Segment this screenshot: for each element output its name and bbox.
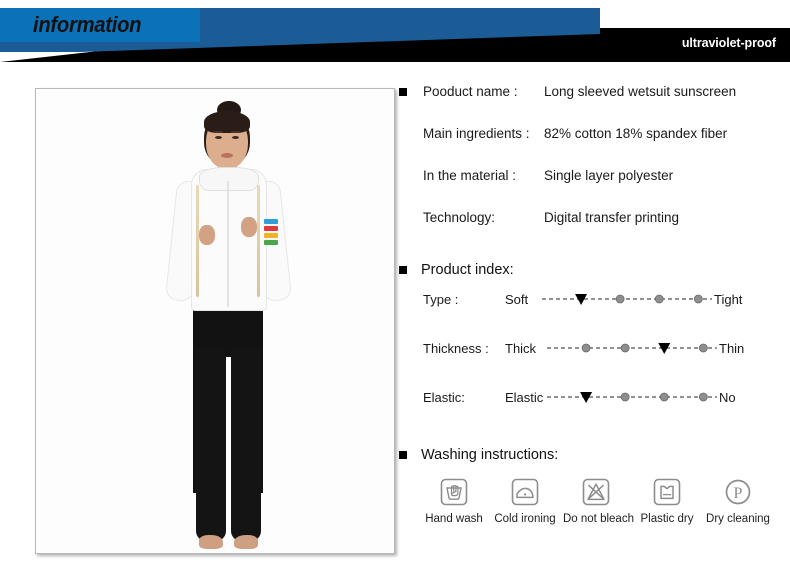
spec-label: In the material : — [423, 168, 517, 183]
square-bullet-icon — [399, 88, 407, 97]
model-eye-right — [232, 136, 239, 139]
model-hair-front — [204, 111, 250, 133]
spec-value: Single layer polyester — [544, 168, 674, 183]
index-slider-track[interactable] — [547, 388, 717, 406]
washing-instructions-heading: Washing instructions: — [399, 447, 784, 463]
model-eye-left — [215, 136, 222, 139]
garment-trim-right — [257, 185, 260, 297]
product-photo — [36, 89, 394, 553]
index-left-label: Elastic — [505, 390, 544, 406]
washing-symbol-item: P Dry cleaning — [705, 475, 771, 525]
model-foot-right — [234, 535, 258, 549]
product-index-row: Elastic: Elastic No — [399, 388, 784, 437]
spec-row: Technology: Digital transfer printing — [399, 210, 784, 252]
garment-logo — [264, 219, 278, 247]
product-index-row: Type : Soft Tight — [399, 290, 784, 339]
model-eyebrow-left — [214, 131, 223, 133]
index-name: Thickness : — [423, 341, 489, 357]
spec-value: 82% cotton 18% spandex fiber — [544, 126, 728, 141]
index-left-label: Thick — [505, 341, 537, 357]
dry-cleaning-icon: P — [705, 475, 771, 509]
square-bullet-icon — [399, 266, 407, 275]
model-hand-left — [199, 225, 215, 245]
product-index-heading-label: Product index: — [421, 262, 514, 279]
product-photo-panel — [35, 88, 395, 554]
do-not-bleach-icon — [563, 475, 629, 509]
washing-symbols: Hand wash Cold ironing Do not bleach Pla… — [421, 475, 771, 525]
product-index-list: Type : Soft Tight Thickness : Thick Thin… — [399, 290, 784, 437]
model-lips — [221, 153, 233, 158]
index-slider-track[interactable] — [542, 290, 712, 308]
washing-symbol-item: Do not bleach — [563, 475, 634, 526]
page-title: information — [33, 12, 142, 37]
model-eyebrow-right — [231, 131, 240, 133]
washing-symbol-item: Hand wash — [421, 475, 487, 525]
hand-wash-icon — [421, 475, 487, 509]
spec-value: Digital transfer printing — [544, 210, 680, 225]
washing-symbol-item: Cold ironing — [492, 475, 558, 525]
product-details: Pooduct name : Long sleeved wetsuit suns… — [399, 84, 784, 525]
spec-label: Pooduct name : — [423, 84, 518, 99]
header-tagline: ultraviolet-proof — [681, 36, 776, 50]
spec-row: In the material : Single layer polyester — [399, 168, 784, 210]
product-index-heading: Product index: — [399, 262, 784, 278]
index-name: Elastic: — [423, 390, 465, 406]
cold-ironing-icon — [492, 475, 558, 509]
spec-value: Long sleeved wetsuit sunscreen — [544, 84, 737, 99]
index-right-label: No — [719, 390, 736, 406]
washing-instructions-heading-label: Washing instructions: — [421, 447, 559, 464]
garment-leg-right — [231, 349, 261, 541]
page-header: information ultraviolet-proof — [0, 0, 790, 62]
index-left-label: Soft — [505, 292, 529, 308]
svg-text:P: P — [734, 485, 743, 502]
spec-label: Technology: — [423, 210, 496, 225]
garment-leg-left — [196, 349, 226, 541]
spec-row: Main ingredients : 82% cotton 18% spande… — [399, 126, 784, 168]
model-foot-left — [199, 535, 223, 549]
index-right-label: Tight — [714, 292, 743, 308]
spec-list: Pooduct name : Long sleeved wetsuit suns… — [399, 84, 784, 252]
model-hand-right — [241, 217, 257, 237]
product-index-row: Thickness : Thick Thin — [399, 339, 784, 388]
washing-symbol-item: Plastic dry — [634, 475, 700, 525]
plastic-dry-icon — [634, 475, 700, 509]
washing-symbol-label: Dry cleaning — [706, 513, 770, 526]
legs-gap — [226, 357, 231, 537]
garment-trim-left — [196, 185, 199, 297]
washing-symbol-list: Hand wash Cold ironing Do not bleach Pla… — [421, 475, 771, 525]
index-right-label: Thin — [719, 341, 745, 357]
washing-symbol-label: Do not bleach — [563, 513, 634, 526]
spec-row: Pooduct name : Long sleeved wetsuit suns… — [399, 84, 784, 126]
washing-symbol-label: Hand wash — [425, 513, 483, 526]
washing-symbol-label: Cold ironing — [494, 513, 556, 526]
index-slider-track[interactable] — [547, 339, 717, 357]
square-bullet-icon — [399, 451, 407, 460]
index-name: Type : — [423, 292, 459, 308]
garment-hood — [199, 167, 259, 191]
spec-label: Main ingredients : — [423, 126, 530, 141]
washing-symbol-label: Plastic dry — [640, 513, 694, 526]
garment-zipper — [227, 181, 229, 307]
